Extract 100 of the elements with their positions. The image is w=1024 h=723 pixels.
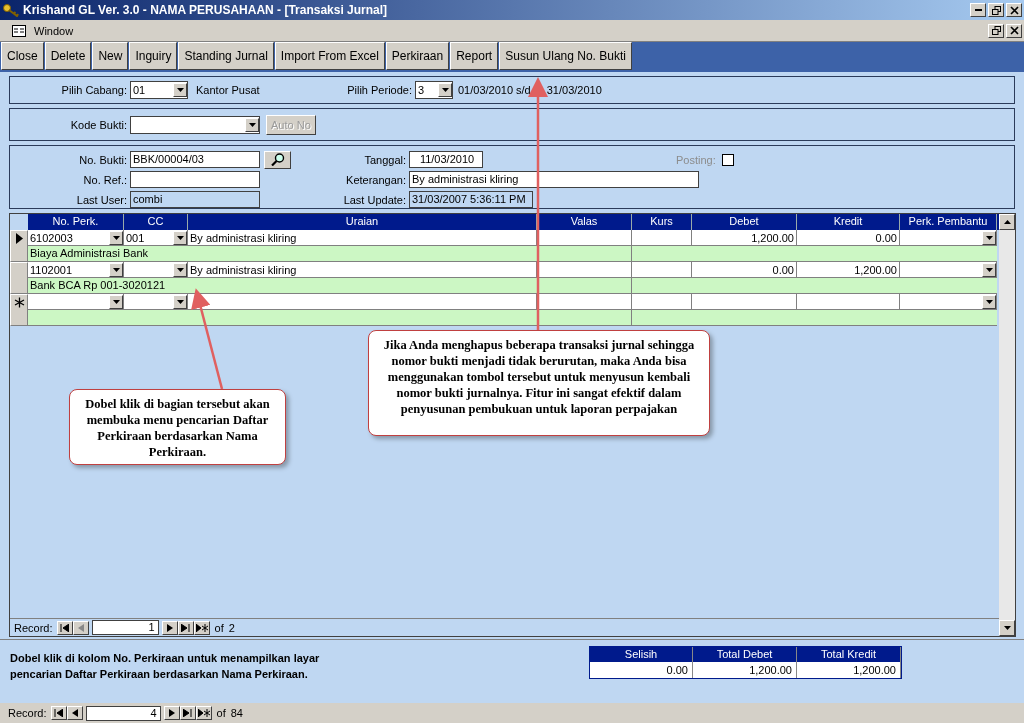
dropdown-button[interactable] [109, 230, 123, 245]
table-cell[interactable]: 1,200.00 [692, 230, 797, 246]
period-dropdown[interactable]: 3 [415, 81, 453, 99]
branch-dropdown[interactable]: 01 [130, 81, 188, 99]
dropdown-button[interactable] [173, 294, 187, 309]
restore-button[interactable] [988, 3, 1004, 17]
record-label: Record: [14, 621, 53, 634]
date-field[interactable]: 11/03/2010 [409, 151, 483, 168]
last-user-field: combi [130, 191, 260, 208]
account-name-cell: Biaya Administrasi Bank [28, 246, 632, 262]
toolbar-button[interactable]: Import From Excel [274, 42, 385, 70]
record-of-label: of [214, 621, 224, 634]
table-cell[interactable] [692, 294, 797, 310]
field-label: Tanggal: [363, 153, 407, 166]
voucher-number-field[interactable]: BBK/00004/03 [130, 151, 260, 168]
form-icon [12, 24, 26, 37]
last-update-field: 31/03/2007 5:36:11 PM [409, 191, 533, 208]
table-cell[interactable]: 001 [124, 230, 188, 246]
toolbar-button[interactable]: Delete [44, 42, 92, 70]
table-cell[interactable]: 6102003 [28, 230, 124, 246]
table-cell[interactable] [537, 294, 632, 310]
table-cell[interactable] [632, 230, 692, 246]
search-icon [270, 153, 285, 166]
close-button[interactable] [1006, 3, 1022, 17]
toolbar-button[interactable]: Close [1, 42, 44, 70]
period-end: 31/03/2010 [546, 84, 602, 96]
table-cell[interactable] [28, 294, 124, 310]
table-cell[interactable] [632, 294, 692, 310]
toolbar-button[interactable]: Standing Jurnal [178, 42, 274, 70]
table-cell: 1,200.00 [693, 662, 797, 678]
table-cell[interactable]: By administrasi kliring [188, 262, 537, 278]
next-record-button[interactable] [163, 706, 180, 720]
toolbar-button[interactable]: Susun Ulang No. Bukti [499, 42, 632, 70]
row-selector[interactable] [10, 294, 28, 326]
callout: Jika Anda menghapus beberapa transaksi jurnal sehingga nomor bukti menjadi tidak berurutan, maka Anda bisa menggunakan tombol tersebut untuk menyusun kembali nomor bukti jurnalnya. Fitur ini sangat efektif dalam penyusunan pembukuan untuk laporan perpajakan [368, 330, 710, 436]
table-cell[interactable]: 0.00 [692, 262, 797, 278]
reference-field[interactable] [130, 171, 260, 188]
table-cell[interactable]: 1102001 [28, 262, 124, 278]
scroll-down-icon [1003, 626, 1011, 630]
voucher-code-dropdown[interactable] [130, 115, 260, 134]
table-cell[interactable]: 1,200.00 [797, 262, 900, 278]
row-selector[interactable] [10, 230, 28, 262]
last-icon [183, 709, 193, 717]
record-number-field[interactable]: 4 [85, 705, 161, 721]
restore-icon [991, 26, 1001, 35]
table-cell[interactable] [124, 262, 188, 278]
dropdown-button[interactable] [982, 294, 996, 309]
last-icon [181, 623, 191, 632]
caret-icon [176, 88, 184, 92]
toolbar-button[interactable]: New [92, 42, 129, 70]
vertical-scrollbar[interactable] [999, 214, 1015, 636]
close-button[interactable] [1006, 23, 1022, 38]
table-cell[interactable]: 0.00 [797, 230, 900, 246]
first-record-button[interactable] [56, 620, 73, 635]
new-record-icon [13, 297, 25, 308]
table-cell[interactable] [632, 262, 692, 278]
close-icon [1009, 26, 1019, 35]
column-header: Selisih [590, 647, 693, 662]
table-cell[interactable] [900, 230, 997, 246]
dropdown-button[interactable] [109, 294, 123, 309]
period-separator: s/d [516, 84, 531, 96]
dropdown-button[interactable] [173, 262, 187, 277]
caret-icon [112, 267, 120, 272]
restore-button[interactable] [988, 23, 1004, 38]
search-button[interactable] [264, 150, 291, 169]
account-name-cell: Bank BCA Rp 001-3020121 [28, 278, 632, 294]
dropdown-button[interactable] [982, 230, 996, 245]
toolbar-button[interactable]: Report [450, 42, 499, 70]
scroll-up-icon [1003, 220, 1011, 224]
toolbar-button[interactable]: Inguiry [129, 42, 178, 70]
record-number-field[interactable]: 1 [91, 620, 159, 635]
table-cell[interactable] [537, 262, 632, 278]
toolbar-button[interactable]: Perkiraan [385, 42, 450, 70]
table-cell[interactable] [124, 294, 188, 310]
window-title: Krishand GL Ver. 3.0 - NAMA PERUSAHAAN - [Transaksi Jurnal] [23, 3, 388, 17]
caret-icon [985, 299, 993, 304]
dropdown-button[interactable] [173, 230, 187, 245]
dropdown-button[interactable] [982, 262, 996, 277]
description-field[interactable]: By administrasi kliring [409, 171, 699, 188]
minimize-button[interactable] [970, 3, 986, 17]
caret-icon [176, 267, 184, 272]
first-record-button[interactable] [50, 706, 67, 720]
next-record-button[interactable] [161, 620, 178, 635]
table-cell[interactable] [537, 230, 632, 246]
table-cell[interactable]: By administrasi kliring [188, 230, 537, 246]
new-record-icon [197, 709, 210, 717]
table-cell[interactable] [797, 294, 900, 310]
column-header: Total Debet [693, 647, 797, 662]
menu-item[interactable]: Window [34, 24, 74, 37]
caret-icon [176, 235, 184, 240]
dropdown-button[interactable] [109, 262, 123, 277]
table-cell[interactable] [188, 294, 537, 310]
table-cell[interactable] [900, 294, 997, 310]
previous-icon [71, 709, 79, 717]
table-cell[interactable] [900, 262, 997, 278]
record-of-label: of [216, 707, 226, 719]
record-count: 2 [228, 621, 235, 634]
record-count: 84 [230, 707, 243, 719]
next-icon [168, 709, 176, 717]
table-cell: 0.00 [590, 662, 693, 678]
